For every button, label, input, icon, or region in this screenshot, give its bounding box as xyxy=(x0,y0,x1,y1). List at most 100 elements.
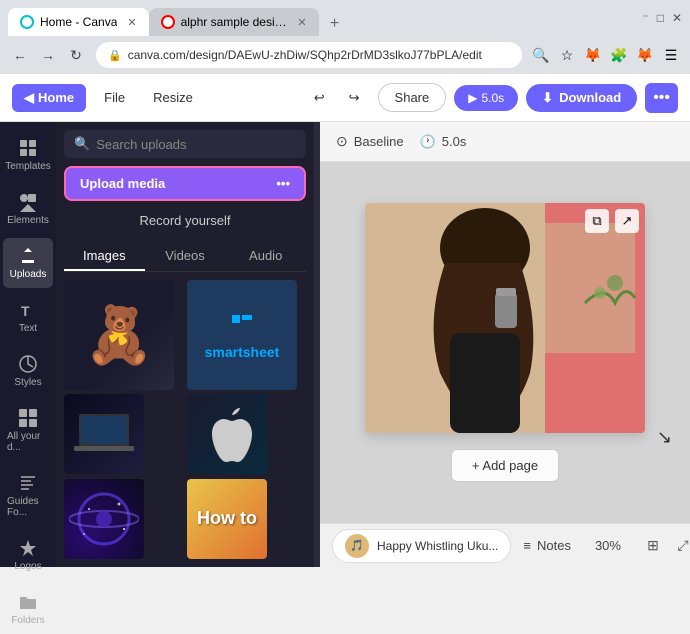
sidebar-item-uploads-label: Uploads xyxy=(10,269,47,280)
tab-youtube-close[interactable]: ✕ xyxy=(297,16,306,29)
sidebar-item-elements[interactable]: Elements xyxy=(3,184,53,234)
file-menu[interactable]: File xyxy=(94,84,135,111)
sidebar-item-elements-label: Elements xyxy=(7,215,49,226)
main-layout: Templates Elements Uploads T Text Styles… xyxy=(0,122,690,567)
search-icon: 🔍 xyxy=(74,136,90,152)
notes-icon: ≡ xyxy=(523,538,531,553)
home-label: Home xyxy=(38,90,74,105)
page-share-button[interactable]: ↗ xyxy=(615,209,639,233)
tab-youtube[interactable]: alphr sample design - YouTube ✕ xyxy=(149,8,319,36)
audio-item[interactable]: 🎵 Happy Whistling Uku... xyxy=(332,529,511,563)
record-yourself-button[interactable]: Record yourself xyxy=(64,207,306,234)
icon-sidebar: Templates Elements Uploads T Text Styles… xyxy=(0,122,56,567)
undo-redo-group: ↩ ↪ xyxy=(304,84,370,112)
browser-menu-icon[interactable]: ☰ xyxy=(660,44,682,66)
clock-icon: 🕐 xyxy=(420,134,436,150)
tab-audio[interactable]: Audio xyxy=(225,242,306,271)
share-label: Share xyxy=(395,90,430,105)
address-bar: ← → ↻ 🔒 canva.com/design/DAEwU-zhDiw/SQh… xyxy=(0,36,690,74)
page-duplicate-button[interactable]: ⧉ xyxy=(585,209,609,233)
add-page-button[interactable]: + Add page xyxy=(451,449,559,482)
refresh-button[interactable]: ↻ xyxy=(64,43,88,67)
browser-chrome: Home - Canva ✕ alphr sample design - You… xyxy=(0,0,690,36)
sidebar-item-templates-label: Templates xyxy=(5,161,51,172)
youtube-favicon xyxy=(161,15,175,29)
sidebar-item-guides-label: Guides Fo... xyxy=(7,496,49,518)
more-options-button[interactable]: ••• xyxy=(645,83,678,113)
app-bar: ◀ Home File Resize ↩ ↪ Share ▶ 5.0s ⬇ Do… xyxy=(0,74,690,122)
woman-image xyxy=(365,203,645,433)
tab-images[interactable]: Images xyxy=(64,242,145,271)
sidebar-item-templates[interactable]: Templates xyxy=(3,130,53,180)
canvas-page: ⧉ ↗ xyxy=(365,203,645,433)
home-button[interactable]: ◀ Home xyxy=(12,84,86,112)
canvas-toolbar: ⊙ Baseline 🕐 5.0s xyxy=(320,122,690,162)
bottom-icons: ⊞ ⤢ ? xyxy=(641,534,690,558)
media-thumb-smartsheet[interactable]: smartsheet xyxy=(187,280,297,390)
browser-user2-icon[interactable]: 🦊 xyxy=(634,44,656,66)
notes-button[interactable]: ≡ Notes xyxy=(523,538,571,553)
fullscreen-icon[interactable]: ⊞ xyxy=(641,534,665,558)
nav-buttons: ← → ↻ xyxy=(8,43,88,67)
duration-item: 🕐 5.0s xyxy=(420,134,467,150)
play-button[interactable]: ▶ 5.0s xyxy=(454,85,518,111)
browser-user-icon[interactable]: 🦊 xyxy=(582,44,604,66)
browser-puzzle-icon[interactable]: 🧩 xyxy=(608,44,630,66)
zoom-level: 30% xyxy=(595,538,621,553)
sidebar-item-guides[interactable]: Guides Fo... xyxy=(3,465,53,526)
upload-media-button[interactable]: Upload media ••• xyxy=(64,166,306,201)
sidebar-item-all-label: All your d... xyxy=(7,431,49,453)
media-thumb-howto[interactable]: How to xyxy=(187,479,267,559)
audio-label: Happy Whistling Uku... xyxy=(377,539,498,553)
sidebar-item-logos[interactable]: Logos xyxy=(3,530,53,580)
share-button[interactable]: Share xyxy=(378,83,447,112)
duration-label: 5.0s xyxy=(442,134,467,149)
sidebar-item-folders[interactable]: Folders xyxy=(3,584,53,634)
sidebar-item-folders-label: Folders xyxy=(11,615,44,626)
browser-search-icon[interactable]: 🔍 xyxy=(530,44,552,66)
sidebar-item-all[interactable]: All your d... xyxy=(3,400,53,461)
forward-button[interactable]: → xyxy=(36,43,60,67)
uploads-panel: 🔍 Upload media ••• Record yourself Image… xyxy=(56,122,314,567)
svg-text:T: T xyxy=(21,303,30,319)
tab-videos-label: Videos xyxy=(165,248,205,263)
tab-canva-close[interactable]: ✕ xyxy=(127,16,136,29)
canvas-area: ⊙ Baseline 🕐 5.0s ⧉ ↗ xyxy=(320,122,690,567)
browser-star-icon[interactable]: ☆ xyxy=(556,44,578,66)
sidebar-item-text-label: Text xyxy=(19,323,37,334)
sidebar-item-styles[interactable]: Styles xyxy=(3,346,53,396)
browser-icons: 🔍 ☆ 🦊 🧩 🦊 ☰ xyxy=(530,44,682,66)
baseline-label: Baseline xyxy=(354,134,404,149)
tab-canva[interactable]: Home - Canva ✕ xyxy=(8,8,149,36)
media-thumb-apple[interactable] xyxy=(187,394,267,474)
download-button[interactable]: ⬇ Download xyxy=(526,84,637,112)
lock-icon: 🔒 xyxy=(108,49,122,62)
redo-button[interactable]: ↪ xyxy=(339,84,370,112)
canvas-content[interactable]: ⧉ ↗ xyxy=(320,162,690,523)
upload-more-icon: ••• xyxy=(276,176,290,191)
notes-label: Notes xyxy=(537,538,571,553)
media-grid: 🧸 smartsheet xyxy=(64,280,306,559)
sidebar-item-uploads[interactable]: Uploads xyxy=(3,238,53,288)
browser-tabs: Home - Canva ✕ alphr sample design - You… xyxy=(8,0,347,36)
media-thumb-teddy[interactable]: 🧸 xyxy=(64,280,174,390)
media-thumb-galaxy[interactable] xyxy=(64,479,144,559)
undo-button[interactable]: ↩ xyxy=(304,84,335,112)
baseline-icon: ⊙ xyxy=(336,133,348,150)
play-icon: ▶ xyxy=(468,91,477,105)
tab-youtube-label: alphr sample design - YouTube xyxy=(181,15,288,29)
audio-avatar: 🎵 xyxy=(345,534,369,558)
search-input[interactable] xyxy=(96,137,296,152)
expand-icon[interactable]: ⤢ xyxy=(671,534,690,558)
media-thumb-dark-laptop[interactable] xyxy=(64,394,144,474)
canva-favicon xyxy=(20,15,34,29)
add-tab-button[interactable]: + xyxy=(323,12,347,36)
back-button[interactable]: ← xyxy=(8,43,32,67)
tab-videos[interactable]: Videos xyxy=(145,242,226,271)
media-tabs: Images Videos Audio xyxy=(64,242,306,272)
sidebar-item-text[interactable]: T Text xyxy=(3,292,53,342)
tab-canva-label: Home - Canva xyxy=(40,15,117,29)
search-bar: 🔍 xyxy=(64,130,306,158)
resize-menu[interactable]: Resize xyxy=(143,84,203,111)
url-bar[interactable]: 🔒 canva.com/design/DAEwU-zhDiw/SQhp2rDrM… xyxy=(96,42,522,68)
